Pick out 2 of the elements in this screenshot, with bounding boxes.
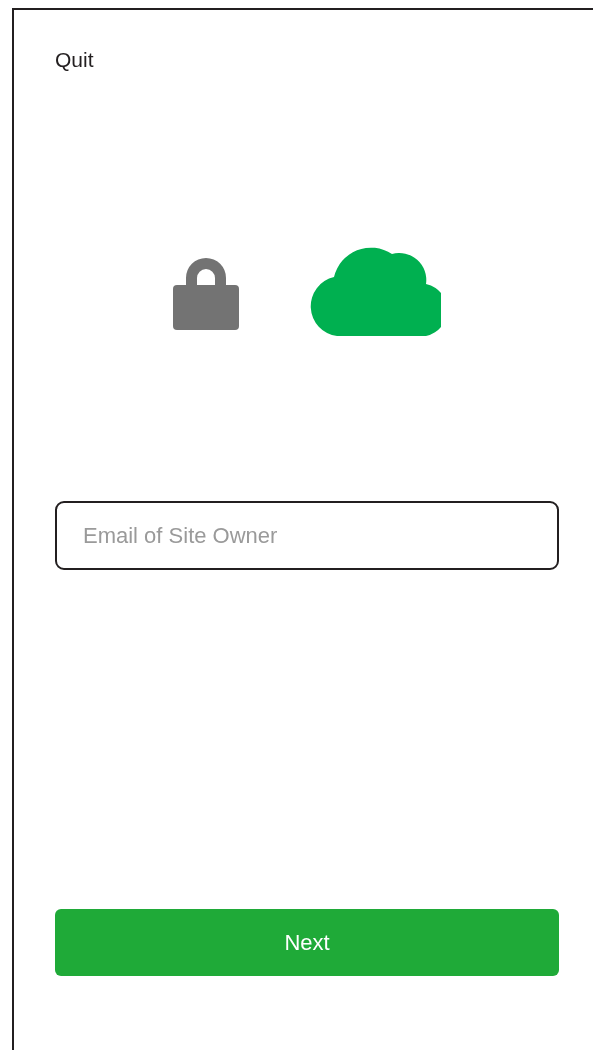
quit-button[interactable]: Quit (55, 49, 94, 70)
email-field[interactable]: Email of Site Owner (55, 501, 559, 570)
